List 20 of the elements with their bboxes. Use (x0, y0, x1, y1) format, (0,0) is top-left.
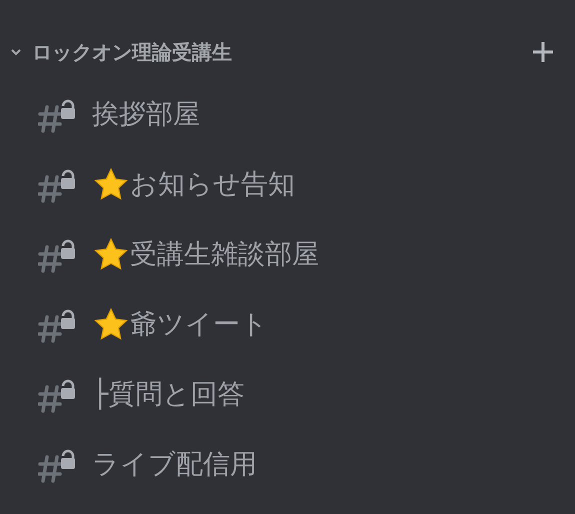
channel-name: お知らせ告知 (130, 168, 295, 202)
channel-item[interactable]: 挨拶部屋 (0, 80, 575, 150)
channel-item[interactable]: 爺ツイート (0, 290, 575, 360)
channel-name: 爺ツイート (130, 308, 268, 342)
channel-name: ライブ配信用 (92, 448, 257, 482)
locked-hash-icon (38, 447, 76, 483)
channel-item[interactable]: ライブ配信用 (0, 430, 575, 500)
channel-name: 受講生雑談部屋 (130, 238, 319, 272)
channel-name: ├質問と回答 (92, 376, 244, 412)
locked-hash-icon (38, 97, 76, 133)
category-title[interactable]: ロックオン理論受講生 (32, 37, 232, 67)
channel-item[interactable]: 受講生雑談部屋 (0, 220, 575, 290)
locked-hash-icon (38, 307, 76, 343)
locked-hash-icon (38, 167, 76, 203)
channel-name: 挨拶部屋 (92, 98, 200, 132)
add-icon[interactable] (531, 40, 555, 64)
channel-item[interactable]: お知らせ告知 (0, 150, 575, 220)
channel-item[interactable]: ├質問と回答 (0, 360, 575, 430)
locked-hash-icon (38, 237, 76, 273)
locked-hash-icon (38, 377, 76, 413)
